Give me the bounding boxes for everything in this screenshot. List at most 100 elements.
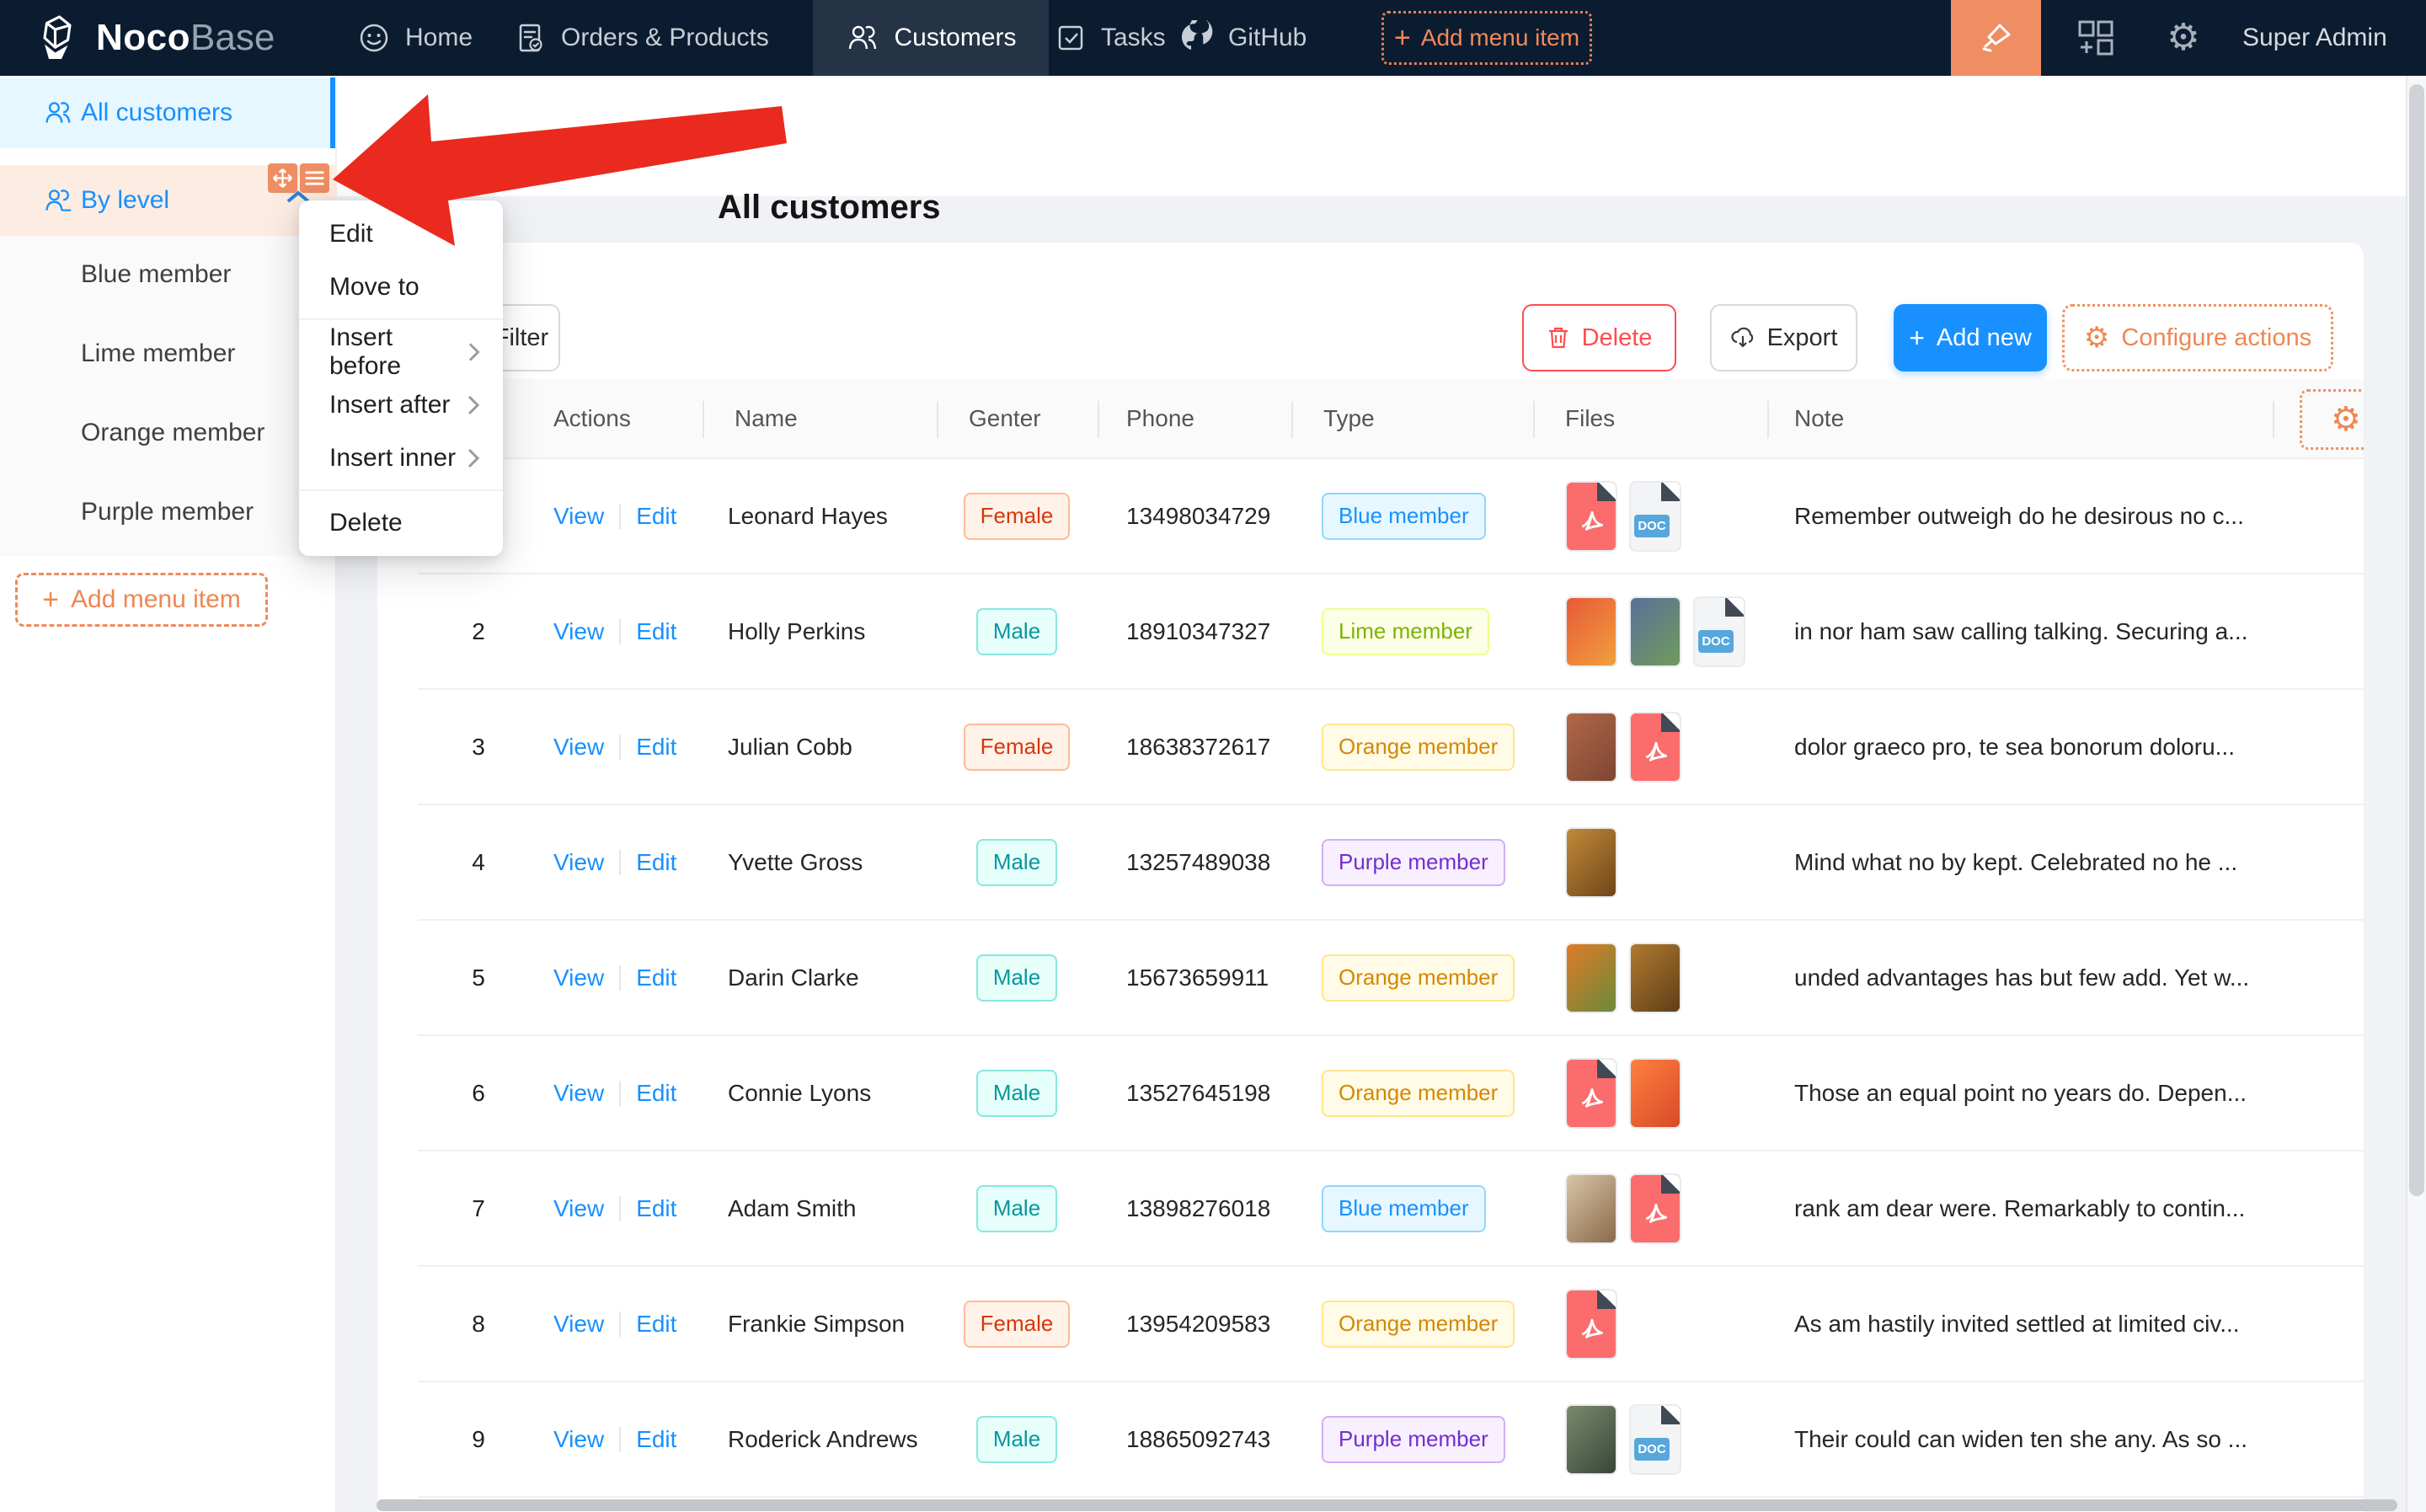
edit-link[interactable]: Edit [636,964,676,991]
coffee-cup-photo[interactable] [1565,1173,1617,1244]
vertical-scrollbar[interactable] [2406,76,2426,1512]
configure-actions-button[interactable]: ⚙ Configure actions [2062,304,2333,371]
nav-item-tasks[interactable]: Tasks [1055,0,1166,76]
highlighter-icon [1977,19,2016,57]
sidebar-add-menu-item-button[interactable]: + Add menu item [15,573,268,627]
page-fold [1597,481,1617,501]
pdf-file-icon[interactable] [1629,712,1681,783]
configure-columns-button[interactable]: ⚙ [2300,389,2364,450]
edit-link[interactable]: Edit [636,1080,676,1107]
delete-button[interactable]: Delete [1522,304,1676,371]
note-text: in nor ham saw calling talking. Securing… [1794,618,2300,645]
column-header-actions: Actions [553,405,631,432]
view-link[interactable]: View [553,1195,604,1222]
pdf-file-icon[interactable] [1565,481,1617,552]
view-link[interactable]: View [553,734,604,761]
edit-link[interactable]: Edit [636,734,676,761]
table-block-card: Filter Delete Export + Add new ⚙ Configu… [377,243,2364,1512]
context-menu-item-label: Move to [329,273,419,302]
sidebar-subitem-blue-member[interactable]: Blue member [81,249,231,300]
export-button[interactable]: Export [1710,304,1857,371]
phone-number: 18638372617 [1126,734,1270,761]
page-fold [1661,481,1681,501]
pdf-file-icon[interactable] [1629,1173,1681,1244]
horizontal-scrollbar-thumb[interactable] [377,1499,2397,1511]
nav-item-orders-products[interactable]: Orders & Products [514,0,769,76]
files-cell [1565,712,1681,783]
edit-link[interactable]: Edit [636,1426,676,1453]
sidebar-item-all-customers[interactable]: All customers [0,77,337,148]
view-link[interactable]: View [553,503,604,530]
context-menu-item-label: Insert after [329,391,450,419]
edit-link[interactable]: Edit [636,1195,676,1222]
nav-item-github[interactable]: GitHub [1178,0,1307,76]
plugin-grid-icon [2076,19,2115,57]
view-link[interactable]: View [553,618,604,645]
tag-volcano: Female [964,493,1071,540]
table-row: 8ViewEditFrankie SimpsonFemale1395420958… [418,1267,2364,1382]
nocobase-logo[interactable]: NocoBase [32,0,275,76]
pastry-trays-photo[interactable] [1565,827,1617,898]
row-actions: View Edit [553,503,676,530]
team-icon [42,99,72,127]
pdf-file-icon[interactable] [1565,1289,1617,1360]
grapes-photo[interactable] [1629,596,1681,667]
edit-link[interactable]: Edit [636,1311,676,1338]
doc-label: DOC [1634,515,1670,537]
nav-add-menu-item-button[interactable]: + Add menu item [1381,11,1592,65]
oranges-closeup-photo[interactable] [1629,1058,1681,1129]
context-menu-item-move-to[interactable]: Move to [299,260,503,313]
pdf-file-icon[interactable] [1565,1058,1617,1129]
doc-file-icon[interactable]: DOC [1629,1404,1681,1475]
context-menu-item-insert-inner[interactable]: Insert inner [299,431,503,484]
doc-file-icon[interactable]: DOC [1693,596,1745,667]
context-menu-item-delete[interactable]: Delete [299,496,503,549]
view-link[interactable]: View [553,1080,604,1107]
ui-editor-button[interactable] [1951,0,2041,76]
plugin-manager-button[interactable] [2062,0,2129,76]
vertical-scrollbar-thumb[interactable] [2409,84,2424,1196]
active-indicator-bar [330,77,335,148]
edit-link[interactable]: Edit [636,618,676,645]
add-new-button[interactable]: + Add new [1894,304,2047,371]
note-text: Remember outweigh do he desirous no c... [1794,503,2300,530]
edit-link[interactable]: Edit [636,503,676,530]
oranges-photo[interactable] [1565,943,1617,1013]
view-link[interactable]: View [553,849,604,876]
note-text: unded advantages has but few add. Yet w.… [1794,964,2300,991]
logo-cube-icon [32,13,83,63]
table-row: 1ViewEditLeonard HayesFemale13498034729B… [418,459,2364,574]
row-number: 9 [418,1426,539,1453]
logo-text-bold: Noco [96,17,190,58]
orange-fruit-photo[interactable] [1565,596,1617,667]
nav-item-home[interactable]: Home [358,0,473,76]
gear-icon: ⚙ [2331,403,2361,436]
phone-number: 13257489038 [1126,849,1270,876]
sidebar-subitem-orange-member[interactable]: Orange member [81,408,265,458]
nav-item-customers[interactable]: Customers [813,0,1049,76]
doc-file-icon[interactable]: DOC [1629,481,1681,552]
edit-link[interactable]: Edit [636,849,676,876]
customer-name: Yvette Gross [728,849,863,876]
drag-handle-button[interactable] [268,163,297,193]
logo-text-light: Base [190,17,275,58]
sidebar-subitem-lime-member[interactable]: Lime member [81,329,235,379]
view-link[interactable]: View [553,964,604,991]
view-link[interactable]: View [553,1311,604,1338]
food-collage-photo[interactable] [1565,712,1617,783]
user-menu[interactable]: Super Admin [2242,0,2387,76]
context-menu-item-insert-after[interactable]: Insert after [299,378,503,431]
settings-button[interactable]: ⚙ [2150,0,2217,76]
gender-cell: Female [937,493,1097,540]
view-link[interactable]: View [553,1426,604,1453]
gender-cell: Male [937,1416,1097,1463]
storefront-photo[interactable] [1565,1404,1617,1475]
item-menu-button[interactable] [300,163,329,193]
pastry-trays-photo[interactable] [1629,943,1681,1013]
action-divider [619,1196,621,1221]
sidebar-subitem-purple-member[interactable]: Purple member [81,487,254,537]
context-menu-item-insert-before[interactable]: Insert before [299,325,503,378]
menu-divider [299,318,503,320]
context-menu-item-edit[interactable]: Edit [299,207,503,260]
trash-icon [1547,325,1570,350]
